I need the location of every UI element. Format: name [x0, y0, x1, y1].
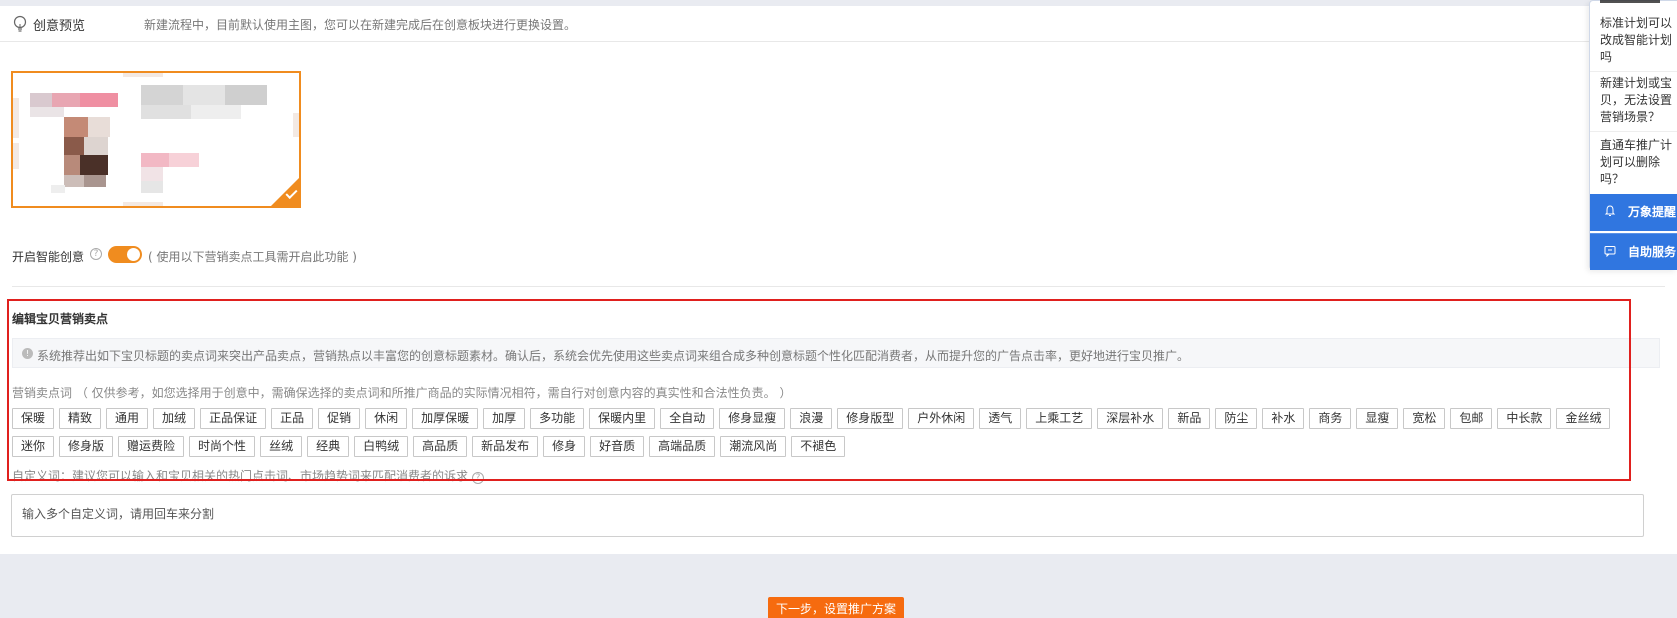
smart-creative-label: 开启智能创意	[12, 250, 85, 264]
selected-check-corner	[271, 178, 299, 206]
keyword-tag[interactable]: 迷你	[12, 436, 55, 457]
selling-points-title: 编辑宝贝营销卖点	[12, 312, 109, 326]
keyword-tag[interactable]: 修身版型	[837, 408, 904, 429]
keyword-tag[interactable]: 加绒	[153, 408, 196, 429]
main-panel: 创意预览 新建流程中，目前默认使用主图，您可以在新建完成后在创意板块进行更换设置…	[0, 6, 1677, 554]
keyword-tag[interactable]: 潮流风尚	[720, 436, 787, 457]
help-side-panel: 标准计划可以改成智能计划吗 新建计划或宝贝，无法设置营销场景？ 直通车推广计划可…	[1589, 0, 1677, 270]
keyword-tag[interactable]: 新品	[1168, 408, 1211, 429]
keyword-tags: 保暖 精致 通用 加绒 正品保证 正品 促销 休闲 加厚保暖 加厚 多功能 保暖内里 全自动 修身显瘦 浪漫…	[12, 408, 1664, 464]
keywords-label: 营销卖点词 （ 仅供参考，如您选择用于创意中，需确保选择的卖点词和所推广商品的实…	[12, 386, 792, 400]
keyword-tag[interactable]: 正品保证	[200, 408, 267, 429]
card-shade	[293, 113, 299, 137]
keyword-tag[interactable]: 正品	[271, 408, 314, 429]
keyword-tag[interactable]: 修身显瘦	[719, 408, 786, 429]
card-shade	[123, 202, 163, 206]
toggle-knob	[127, 248, 140, 261]
custom-words-label: 自定义词：建议您可以输入和宝贝相关的热门点击词、市场趋势词来匹配消费者的诉求?	[12, 467, 485, 484]
keyword-tags-row: 迷你 修身版 赠运费险 时尚个性 丝绒 经典 白鸭绒 高品质 新品发布 修身 好音质 高端品质 潮流风尚…	[12, 436, 1664, 458]
check-icon	[285, 186, 298, 200]
keyword-tag[interactable]: 户外休闲	[908, 408, 975, 429]
keyword-tag[interactable]: 防尘	[1215, 408, 1258, 429]
keyword-tag[interactable]: 精致	[59, 408, 102, 429]
faq-item[interactable]: 新建计划或宝贝，无法设置营销场景？	[1600, 75, 1677, 126]
keyword-tag[interactable]: 商务	[1309, 408, 1352, 429]
faq-item[interactable]: 直通车推广计划可以删除吗？	[1600, 137, 1677, 188]
keyword-tag[interactable]: 包邮	[1450, 408, 1493, 429]
keyword-tag[interactable]: 修身版	[59, 436, 114, 457]
self-service-button[interactable]: 自助服务	[1590, 233, 1677, 270]
self-service-label: 自助服务	[1628, 245, 1677, 259]
info-icon: !	[22, 348, 33, 359]
help-icon[interactable]: ?	[472, 472, 485, 484]
wanxiang-remind-label: 万象提醒	[1628, 205, 1677, 219]
keyword-tag[interactable]: 透气	[979, 408, 1022, 429]
side-panel-header	[1600, 0, 1660, 3]
keyword-tag[interactable]: 加厚保暖	[412, 408, 479, 429]
keyword-tag[interactable]: 不褪色	[791, 436, 846, 457]
creative-card-selected[interactable]	[11, 71, 301, 208]
faq-item[interactable]: 标准计划可以改成智能计划吗	[1600, 15, 1677, 66]
keyword-tag[interactable]: 保暖内里	[589, 408, 656, 429]
keyword-tag[interactable]: 休闲	[365, 408, 408, 429]
wanxiang-remind-button[interactable]: 万象提醒	[1590, 194, 1677, 231]
keyword-tag[interactable]: 丝绒	[260, 436, 303, 457]
custom-words-label-text: 自定义词：建议您可以输入和宝贝相关的热门点击词、市场趋势词来匹配消费者的诉求	[12, 469, 469, 483]
smart-creative-toggle[interactable]	[108, 246, 142, 263]
keyword-tag[interactable]: 上乘工艺	[1026, 408, 1093, 429]
selling-points-info-text: 系统推荐出如下宝贝标题的卖点词来突出产品卖点，营销热点以丰富您的创意标题素材。确…	[37, 349, 1190, 363]
keyword-tag[interactable]: 宽松	[1403, 408, 1446, 429]
card-shade	[13, 143, 19, 169]
help-icon[interactable]: ?	[90, 248, 102, 260]
keyword-tag[interactable]: 时尚个性	[189, 436, 256, 457]
keyword-tag[interactable]: 促销	[318, 408, 361, 429]
next-step-button[interactable]: 下一步，设置推广方案	[768, 597, 904, 618]
lightbulb-icon	[13, 15, 27, 32]
keyword-tag[interactable]: 深层补水	[1097, 408, 1164, 429]
keyword-tag[interactable]: 白鸭绒	[354, 436, 409, 457]
keyword-tag[interactable]: 通用	[106, 408, 149, 429]
keyword-tag[interactable]: 经典	[307, 436, 350, 457]
card-shade	[13, 98, 19, 138]
section-divider	[12, 286, 1665, 287]
creative-preview-note: 新建流程中，目前默认使用主图，您可以在新建完成后在创意板块进行更换设置。	[144, 18, 577, 32]
keyword-tag[interactable]: 全自动	[660, 408, 715, 429]
creative-preview-row: 创意预览 新建流程中，目前默认使用主图，您可以在新建完成后在创意板块进行更换设置…	[0, 6, 1677, 42]
faq-divider	[1590, 131, 1677, 132]
keyword-tag[interactable]: 补水	[1262, 408, 1305, 429]
smart-creative-hint: ( 使用以下营销卖点工具需开启此功能 )	[148, 250, 357, 264]
keyword-tag[interactable]: 金丝绒	[1556, 408, 1611, 429]
keyword-tag[interactable]: 多功能	[530, 408, 585, 429]
keyword-tag[interactable]: 中长款	[1497, 408, 1552, 429]
keyword-tag[interactable]: 修身	[543, 436, 586, 457]
bell-icon	[1604, 205, 1616, 216]
faq-divider	[1590, 71, 1677, 72]
card-shade	[123, 73, 163, 77]
keyword-tag[interactable]: 高端品质	[649, 436, 716, 457]
keyword-tag[interactable]: 赠运费险	[118, 436, 185, 457]
chat-icon	[1604, 246, 1616, 257]
keyword-tags-row: 保暖 精致 通用 加绒 正品保证 正品 促销 休闲 加厚保暖 加厚 多功能 保暖内里 全自动 修身显瘦 浪漫…	[12, 408, 1664, 430]
keyword-tag[interactable]: 浪漫	[790, 408, 833, 429]
keyword-tag[interactable]: 高品质	[413, 436, 468, 457]
keyword-tag[interactable]: 好音质	[590, 436, 645, 457]
keyword-tag[interactable]: 加厚	[483, 408, 526, 429]
custom-words-input[interactable]	[11, 494, 1644, 537]
keyword-tag[interactable]: 保暖	[12, 408, 55, 429]
creative-preview-label: 创意预览	[33, 19, 86, 34]
selling-points-info-box: ! 系统推荐出如下宝贝标题的卖点词来突出产品卖点，营销热点以丰富您的创意标题素材…	[12, 338, 1660, 368]
keyword-tag[interactable]: 显瘦	[1356, 408, 1399, 429]
keyword-tag[interactable]: 新品发布	[472, 436, 539, 457]
